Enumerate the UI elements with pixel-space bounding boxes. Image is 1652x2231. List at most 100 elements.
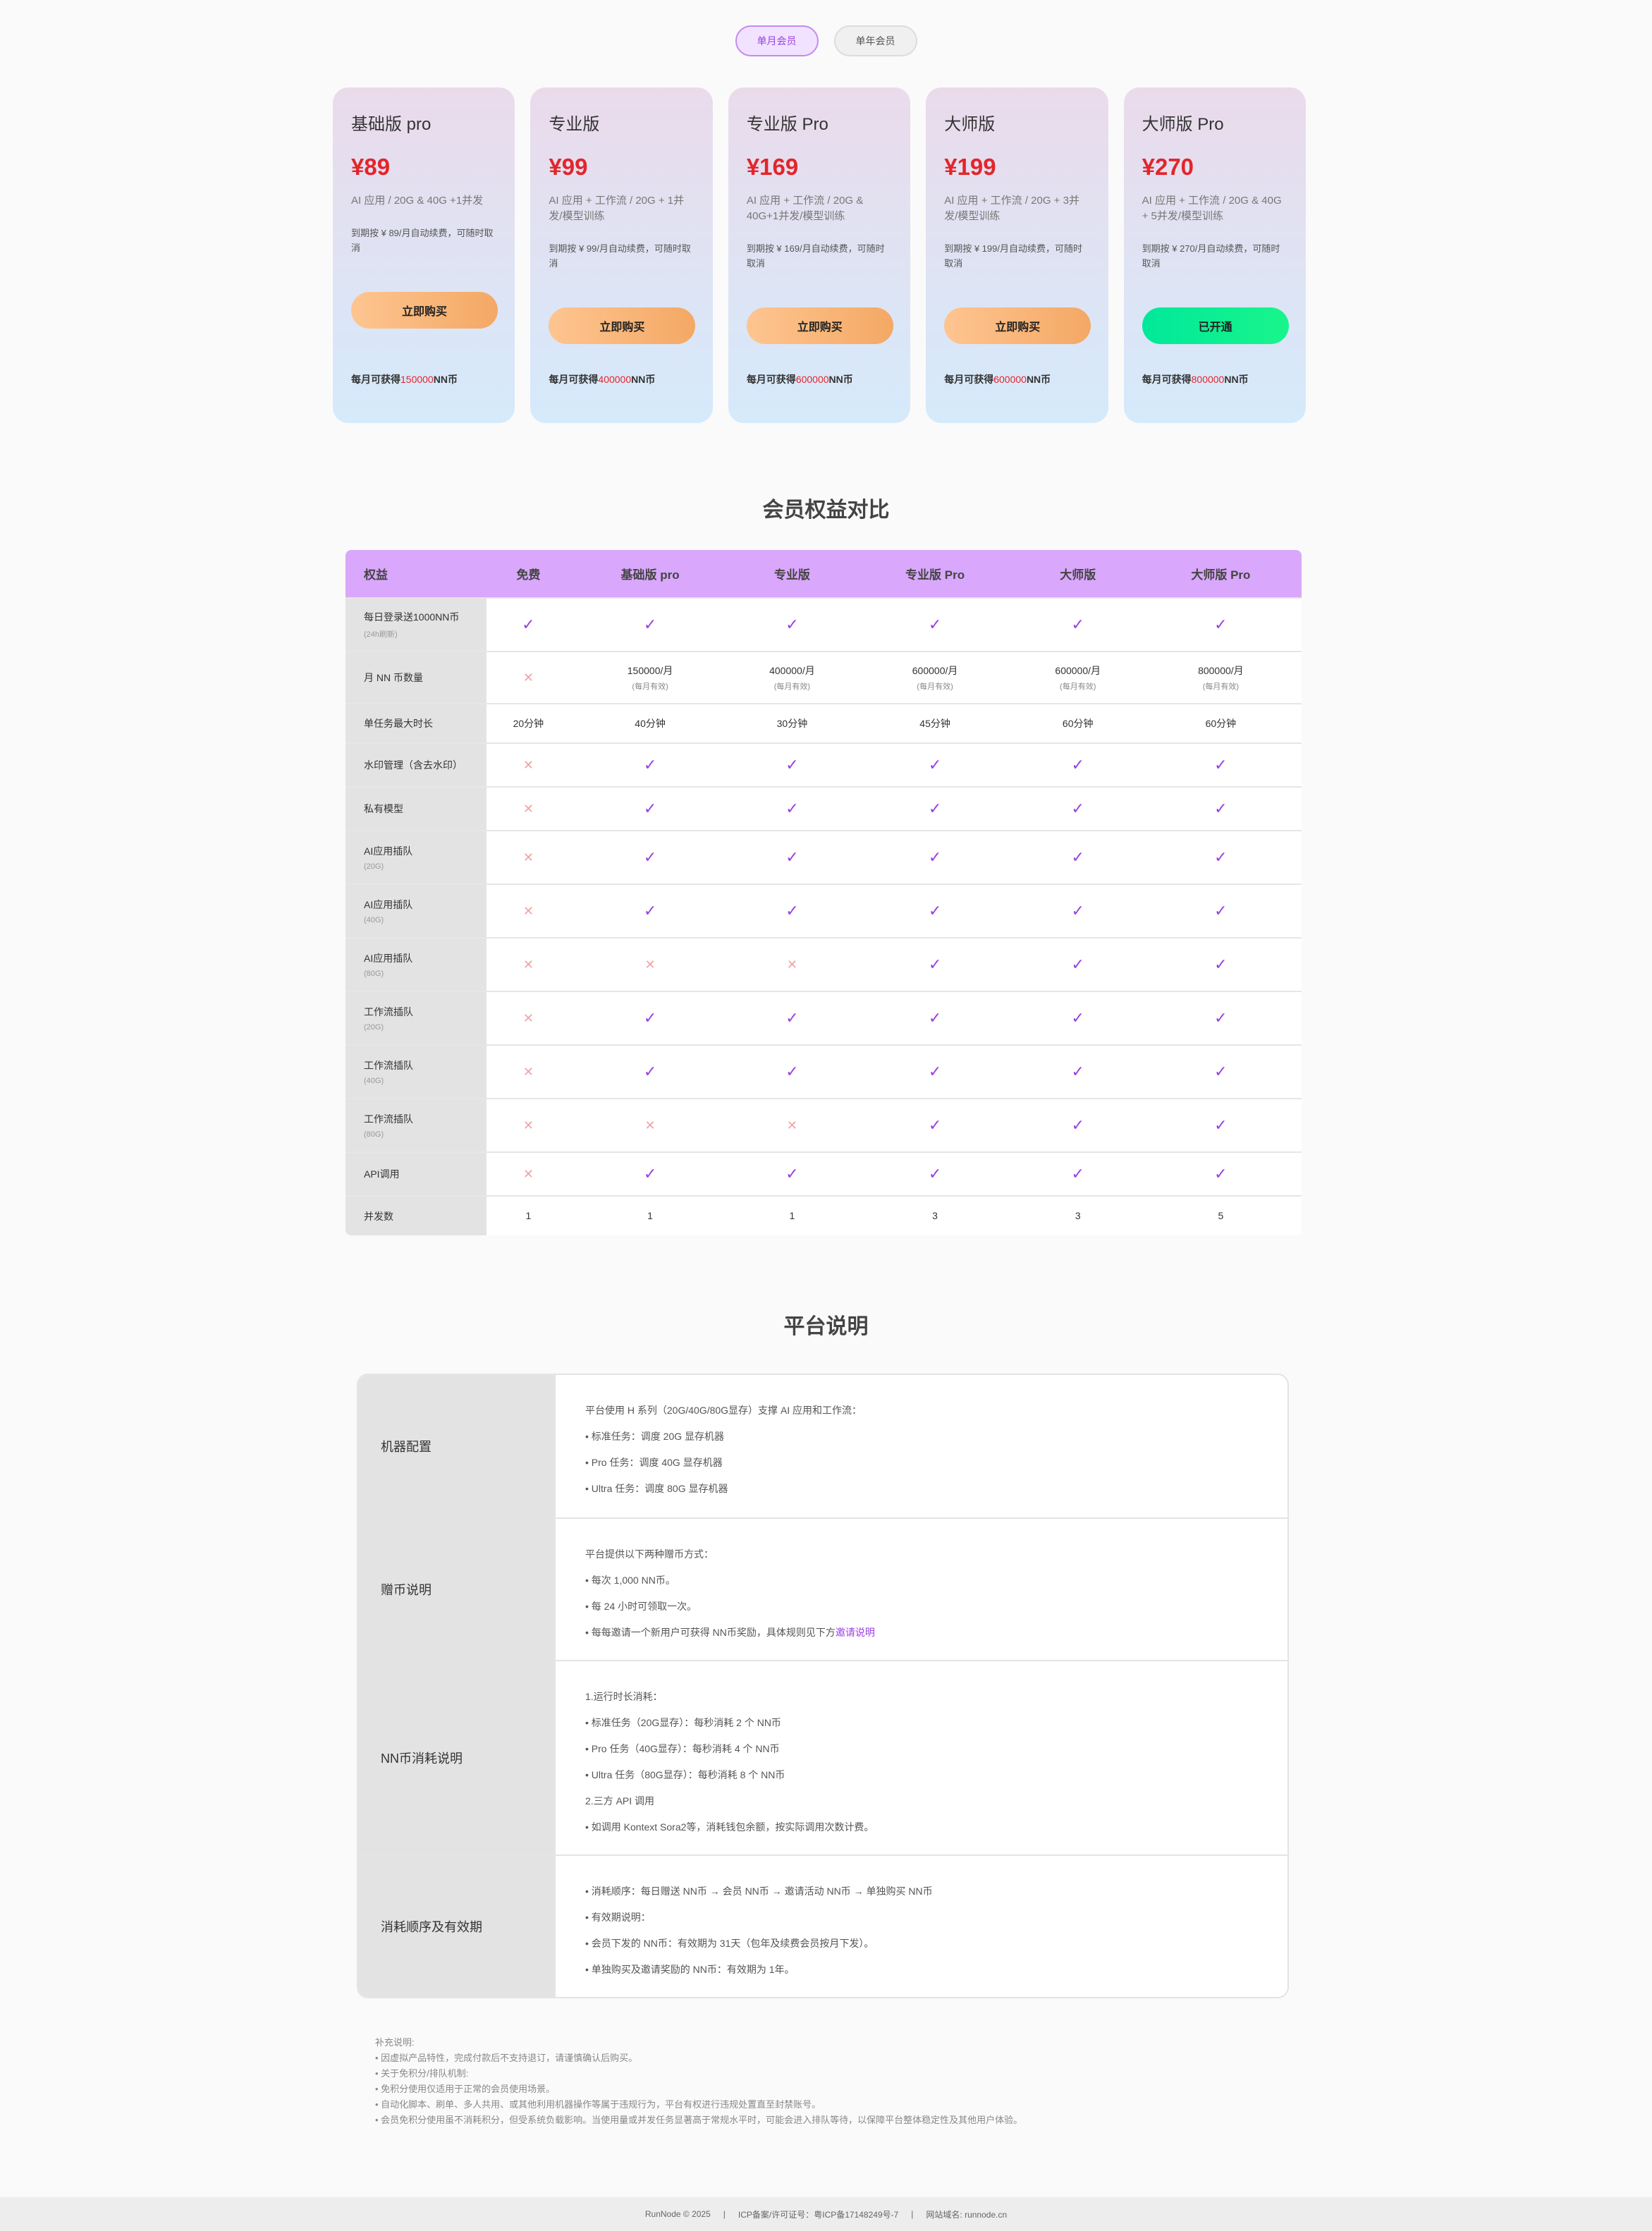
footer-separator: | (911, 2209, 914, 2219)
table-cell: ✓ (1015, 830, 1140, 884)
platform-line: • 单独购买及邀请奖励的 NN币：有效期为 1年。 (585, 1957, 1259, 1983)
cell-note: (每月有效) (917, 683, 953, 691)
yearly-tab[interactable]: 单年会员 (833, 25, 917, 56)
table-row: 私有模型 ✕ ✓ ✓ ✓ ✓ ✓ (345, 786, 1302, 831)
table-cell: ✕ (570, 1098, 730, 1152)
check-icon: ✓ (785, 1063, 799, 1080)
platform-line-text: 2.三方 API 调用 (585, 1795, 655, 1807)
cell-value: 1 (525, 1210, 532, 1221)
check-icon: ✓ (928, 955, 942, 973)
note-line: • 会员免积分使用虽不消耗积分，但受系统负载影响。当使用量或并发任务显著高于常规… (375, 2115, 1023, 2125)
buy-now-button[interactable]: 立即购买 (351, 292, 498, 329)
footer-copyright: RunNode © 2025 (644, 2209, 711, 2219)
footer-domain[interactable]: 网站域名: runnode.cn (926, 2208, 1007, 2220)
plan-name: 大师版 (944, 115, 996, 134)
table-cell: ✓ (1139, 884, 1302, 938)
cell-note: (每月有效) (773, 683, 811, 691)
plan-description: AI 应用 + 工作流 / 20G + 3并发/模型训练 (944, 195, 1079, 222)
table-row: 月 NN 币数量 ✕ 150000/月 (每月有效) 400000/月 (每月有效) 600… (345, 651, 1302, 704)
compare-title: 会员权益对比 (762, 499, 890, 522)
platform-line: 1.运行时长消耗： (585, 1684, 1259, 1710)
platform-line-text: • 单独购买及邀请奖励的 NN币：有效期为 1年。 (585, 1964, 795, 1975)
check-icon: ✓ (1071, 1009, 1084, 1027)
coins-amount: 600000 (993, 374, 1027, 385)
table-cell: ✓ (1139, 937, 1302, 991)
plan-price: ¥89 (351, 154, 391, 180)
platform-row: NN币消耗说明 1.运行时长消耗： • 标准任务（20G显存）：每秒消耗 2 个 N… (358, 1660, 1287, 1854)
platform-line-text: • 会员下发的 NN币：有效期为 31天（包年及续费会员按月下发）。 (585, 1938, 874, 1949)
buy-now-button[interactable]: 立即购买 (746, 307, 893, 344)
column-header: 大师版 (1015, 550, 1140, 598)
platform-line-text: 平台提供以下两种赠币方式： (585, 1548, 714, 1560)
platform-title: 平台说明 (783, 1315, 869, 1338)
table-cell: ✓ (1015, 1098, 1140, 1152)
check-icon: ✓ (643, 848, 657, 866)
cross-icon: ✕ (644, 1118, 656, 1132)
table-cell: ✓ (1139, 786, 1302, 831)
table-cell: ✕ (487, 884, 570, 938)
cell-value: 1 (789, 1210, 795, 1221)
table-row: AI应用插队 (20G) ✕ ✓ ✓ ✓ ✓ ✓ (345, 830, 1302, 884)
table-cell: ✓ (854, 884, 1016, 938)
invite-rules-link[interactable]: 邀请说明 (836, 1627, 875, 1638)
coins-suffix: NN币 (433, 374, 458, 385)
cell-value: 600000/月 (每月有效) (1016, 665, 1140, 692)
note-line: 补充说明: (375, 2037, 415, 2048)
table-cell: ✓ (1139, 991, 1302, 1045)
check-icon: ✓ (643, 902, 657, 919)
check-icon: ✓ (1214, 902, 1228, 919)
check-icon: ✓ (1214, 1165, 1228, 1182)
plan-card: 专业版 ¥99 AI 应用 + 工作流 / 20G + 1并发/模型训练 到期按 ¥ … (530, 87, 713, 423)
buy-now-button[interactable]: 立即购买 (944, 307, 1091, 344)
platform-line: • 会员下发的 NN币：有效期为 31天（包年及续费会员按月下发）。 (585, 1931, 1259, 1957)
row-label: 水印管理（含去水印） (345, 742, 487, 787)
row-label-text: 工作流插队 (364, 1006, 413, 1017)
table-cell: 600000/月 (每月有效) (854, 651, 1016, 704)
check-icon: ✓ (1214, 1116, 1228, 1134)
monthly-tab[interactable]: 单月会员 (735, 25, 819, 56)
table-cell: 600000/月 (每月有效) (1015, 651, 1140, 704)
buy-now-button[interactable]: 立即购买 (549, 307, 696, 344)
check-icon: ✓ (1071, 800, 1084, 817)
platform-line-text: • Pro 任务：调度 40G 显存机器 (585, 1457, 723, 1468)
platform-line: • Pro 任务（40G显存）：每秒消耗 4 个 NN币 (585, 1736, 1259, 1762)
table-cell: ✓ (854, 1044, 1016, 1099)
platform-line-text: • 每每邀请一个新用户可获得 NN币奖励，具体规则见下方 (585, 1627, 836, 1638)
platform-line: • 每每邀请一个新用户可获得 NN币奖励，具体规则见下方邀请说明 (585, 1620, 1259, 1646)
activated-button[interactable]: 已开通 (1142, 307, 1289, 344)
row-label-sub: (80G) (364, 1130, 384, 1139)
platform-line: • 有效期说明： (585, 1905, 1259, 1931)
cell-note: (每月有效) (1202, 683, 1240, 691)
plan-card: 基础版 pro ¥89 AI 应用 / 20G & 40G +1并发 到期按 ¥ 89… (333, 87, 515, 423)
check-icon: ✓ (1214, 848, 1228, 866)
table-cell: 40分钟 (570, 703, 730, 743)
coins-amount: 800000 (1191, 374, 1225, 385)
platform-row-content: 平台提供以下两种赠币方式： • 每次 1,000 NN币。 • 每 24 小时可领取… (556, 1519, 1287, 1660)
cell-value: 20分钟 (513, 718, 544, 729)
row-label: AI应用插队 (80G) (345, 937, 487, 991)
row-label: 私有模型 (345, 786, 487, 831)
table-cell: ✓ (854, 786, 1016, 831)
table-row: 工作流插队 (40G) ✕ ✓ ✓ ✓ ✓ ✓ (345, 1044, 1302, 1099)
table-cell: ✕ (487, 742, 570, 787)
cell-note: (每月有效) (632, 683, 668, 691)
plan-price: ¥199 (944, 154, 996, 180)
check-icon: ✓ (643, 756, 657, 774)
table-cell: 30分钟 (730, 703, 855, 743)
platform-line: • 标准任务（20G显存）：每秒消耗 2 个 NN币 (585, 1710, 1259, 1736)
platform-line: 平台使用 H 系列（20G/40G/80G显存）支撑 AI 应用和工作流： (585, 1398, 1259, 1424)
plan-renewal-note: 到期按 ¥ 169/月自动续费，可随时取消 (746, 243, 885, 269)
platform-row-label: NN币消耗说明 (358, 1661, 556, 1854)
check-icon: ✓ (1071, 1116, 1084, 1134)
check-icon: ✓ (1071, 1063, 1084, 1080)
check-icon: ✓ (1071, 955, 1084, 973)
table-cell: 150000/月 (每月有效) (570, 651, 730, 704)
table-cell: 45分钟 (854, 703, 1016, 743)
footer-icp[interactable]: ICP备案/许可证号：粤ICP备17148249号-7 (738, 2208, 898, 2220)
platform-line-text: 1.运行时长消耗： (585, 1691, 663, 1702)
check-icon: ✓ (1214, 955, 1228, 973)
row-label-text: 工作流插队 (364, 1113, 413, 1125)
table-cell: ✓ (570, 884, 730, 938)
table-cell: ✕ (487, 1151, 570, 1196)
cross-icon: ✕ (522, 801, 534, 816)
